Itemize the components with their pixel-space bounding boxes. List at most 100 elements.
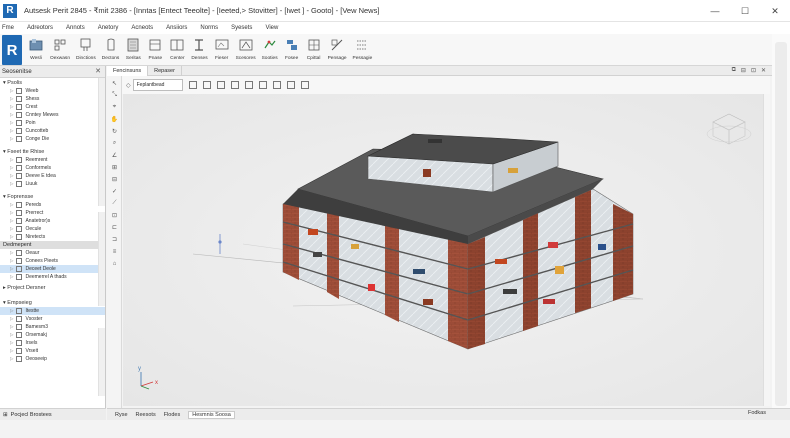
ribbon-button-column[interactable]: Seritas bbox=[125, 34, 141, 66]
home-tool-icon[interactable]: ⌂ bbox=[110, 259, 119, 268]
thin-lines-icon[interactable] bbox=[230, 81, 239, 89]
footer-status[interactable]: Fodkas bbox=[748, 410, 766, 416]
tree-section-head[interactable]: ▾ Fseet tte Rhise bbox=[0, 147, 105, 156]
measure-icon[interactable] bbox=[300, 81, 309, 89]
tree-item[interactable]: ▷ Shess bbox=[0, 95, 105, 103]
section-box-icon[interactable]: ⊞ bbox=[110, 163, 119, 172]
scale-tool-icon[interactable]: ⤡ bbox=[110, 91, 119, 100]
menu-view[interactable]: View bbox=[265, 25, 278, 31]
tree-item[interactable]: ▷ Conformels bbox=[0, 164, 105, 172]
ribbon-button-ceiling[interactable]: Center bbox=[169, 34, 185, 66]
render-icon[interactable] bbox=[286, 81, 295, 89]
tree-section-head[interactable]: ▸ Project Dersner bbox=[0, 283, 105, 292]
ribbon-button-wall[interactable]: Wesli bbox=[28, 34, 44, 66]
orbit-tool-icon[interactable]: ↻ bbox=[110, 127, 119, 136]
close-icon[interactable]: ✕ bbox=[95, 67, 101, 75]
menu-annotate[interactable]: Annots bbox=[66, 25, 85, 31]
browser-scrollbar[interactable] bbox=[98, 328, 105, 396]
tree-section-head[interactable]: ▾ Foprensse bbox=[0, 192, 105, 201]
tree-item[interactable]: ▷ Conees Pieets bbox=[0, 257, 105, 265]
tree-item[interactable]: ▷ Weeb bbox=[0, 87, 105, 95]
list-tool-icon[interactable]: ≡ bbox=[110, 247, 119, 256]
tree-section-head[interactable]: Dedmepent bbox=[0, 241, 105, 249]
tree-item[interactable]: ▷ Cnntey Mewes bbox=[0, 111, 105, 119]
hide-tool-icon[interactable]: ⊟ bbox=[110, 175, 119, 184]
tree-item[interactable]: ▷ Irsels bbox=[0, 339, 105, 347]
ribbon-button-roof[interactable]: Pnase bbox=[147, 34, 163, 66]
tab-view-2[interactable]: Repaser bbox=[148, 65, 182, 76]
ribbon-button-ramp[interactable]: Fosee bbox=[284, 34, 300, 66]
tree-item-selected[interactable]: ▷ Itestte bbox=[0, 307, 105, 315]
tree-item[interactable]: ▷ Liuuk bbox=[0, 180, 105, 188]
menu-manage[interactable]: Norms bbox=[200, 25, 218, 31]
tree-section-head[interactable]: ▾ Psolis bbox=[0, 78, 105, 87]
target-tool-icon[interactable]: ⌖ bbox=[110, 103, 119, 112]
bottom-tab-3[interactable]: Flodes bbox=[164, 412, 181, 418]
line-tool-icon[interactable]: ⟋ bbox=[110, 199, 119, 208]
close-view-icon[interactable]: ✕ bbox=[761, 67, 766, 74]
app-logo-icon[interactable]: R bbox=[3, 3, 17, 18]
tree-item[interactable]: ▷ Deeve E tdea bbox=[0, 172, 105, 180]
tab-view-1[interactable]: Fencinsuns bbox=[107, 65, 149, 76]
zoom-tool-icon[interactable]: ⌕ bbox=[110, 139, 119, 148]
tree-item[interactable]: ▷ Poin bbox=[0, 119, 105, 127]
dropdown-icon[interactable] bbox=[216, 81, 225, 89]
bottom-tab-4[interactable]: Hesmnis Soosa bbox=[188, 410, 235, 419]
minimize-view-icon[interactable]: ⊟ bbox=[741, 67, 746, 74]
menu-file[interactable]: Fme bbox=[2, 25, 14, 31]
pan-tool-icon[interactable]: ✋ bbox=[110, 115, 119, 124]
tree-item[interactable]: ▷ Vrseit bbox=[0, 347, 105, 355]
ribbon-button-floor[interactable]: Denses bbox=[191, 34, 208, 66]
ribbon-button-stair[interactable]: Sooties bbox=[262, 34, 278, 66]
application-menu-button[interactable]: R bbox=[2, 35, 22, 65]
tree-item[interactable]: ▷ Bamesm3 bbox=[0, 323, 105, 331]
ribbon-button-window[interactable]: Dinctions bbox=[76, 34, 96, 66]
ribbon-button-railing[interactable]: Scesores bbox=[236, 34, 256, 66]
tree-item[interactable]: ▷ Oeaur bbox=[0, 249, 105, 257]
tree-item-selected[interactable]: ▷ Deceet Deole bbox=[0, 265, 105, 273]
bracket-right-icon[interactable]: ⊐ bbox=[110, 235, 119, 244]
tree-item[interactable]: ▷ Oecule bbox=[0, 225, 105, 233]
tree-item[interactable]: ▷ Conge Die bbox=[0, 135, 105, 143]
tree-item[interactable]: ▷ Cuncotteb bbox=[0, 127, 105, 135]
stats-icon[interactable] bbox=[258, 81, 267, 89]
menu-collaborate[interactable]: Ansiiors bbox=[166, 25, 187, 31]
right-panel-strip[interactable] bbox=[775, 42, 787, 406]
browser-scrollbar[interactable] bbox=[98, 212, 105, 306]
browser-scrollbar[interactable] bbox=[98, 78, 105, 206]
select-tool-icon[interactable]: ↖ bbox=[110, 79, 119, 88]
maximize-button[interactable]: ☐ bbox=[730, 0, 760, 22]
tree-item[interactable]: ▷ Prerrect bbox=[0, 209, 105, 217]
menu-architecture[interactable]: Adreotors bbox=[27, 25, 53, 31]
close-button[interactable]: ✕ bbox=[760, 0, 790, 22]
project-browser-footer[interactable]: ⊞ Pocjecl Brostees bbox=[0, 408, 106, 420]
menu-massing[interactable]: Acneots bbox=[131, 25, 153, 31]
frame-tool-icon[interactable]: ⊡ bbox=[110, 211, 119, 220]
view-selector[interactable]: Feplantbead bbox=[132, 79, 183, 91]
canvas-scrollbar[interactable] bbox=[763, 94, 770, 406]
ribbon-button-curtain[interactable]: Fieser bbox=[214, 34, 230, 66]
bottom-tab-2[interactable]: Reesots bbox=[136, 412, 156, 418]
tree-item[interactable]: ▷ Orsemakj bbox=[0, 331, 105, 339]
tree-section-head[interactable]: ▾ Empseieg bbox=[0, 298, 105, 307]
tree-item[interactable]: ▷ Deemerrel A thads bbox=[0, 273, 105, 281]
ribbon-button-grid[interactable]: Pessagie bbox=[353, 34, 372, 66]
angle-tool-icon[interactable]: ∠ bbox=[110, 151, 119, 160]
ribbon-button-model[interactable]: Cpittal bbox=[306, 34, 322, 66]
tree-item[interactable]: ▷ Oeoseeip bbox=[0, 355, 105, 363]
tree-item[interactable]: ▷ Niretects bbox=[0, 233, 105, 241]
bracket-left-icon[interactable]: ⊏ bbox=[110, 223, 119, 232]
bottom-tab-1[interactable]: Ryse bbox=[115, 412, 128, 418]
save-view-icon[interactable] bbox=[272, 81, 281, 89]
menu-systems[interactable]: Syesets bbox=[231, 25, 252, 31]
tree-item[interactable]: ▷ Reemrent bbox=[0, 156, 105, 164]
ribbon-button-component[interactable]: Dectons bbox=[102, 34, 119, 66]
3d-view-canvas[interactable]: y x bbox=[123, 94, 763, 406]
restore-view-icon[interactable]: ⊡ bbox=[751, 67, 756, 74]
grid-view-icon[interactable] bbox=[202, 81, 211, 89]
ribbon-button-door[interactable]: Oexwasn bbox=[50, 34, 70, 66]
tree-item[interactable]: ▷ Anatetror)s bbox=[0, 217, 105, 225]
tree-item[interactable]: ▷ Pereds bbox=[0, 201, 105, 209]
check-tool-icon[interactable]: ✓ bbox=[110, 187, 119, 196]
layout-icon[interactable] bbox=[188, 81, 197, 89]
